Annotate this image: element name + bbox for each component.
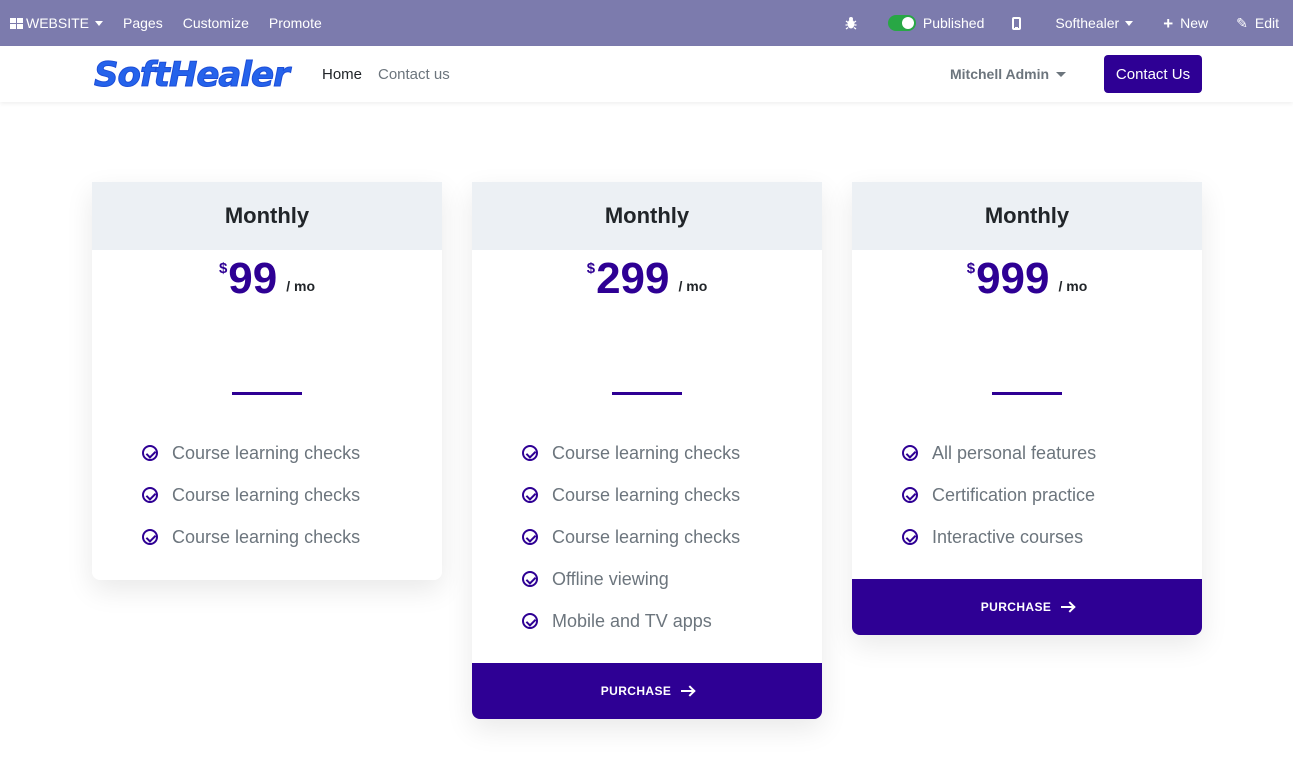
check-circle-icon [142, 529, 158, 545]
currency-symbol: $ [586, 260, 596, 277]
card-title: Monthly [852, 182, 1202, 250]
check-circle-icon [522, 571, 538, 587]
arrow-right-icon [681, 690, 694, 692]
list-item: Offline viewing [522, 558, 740, 600]
divider [992, 392, 1062, 395]
nav-home[interactable]: Home [322, 66, 362, 83]
feature-list: Course learning checks Course learning c… [522, 432, 740, 642]
caret-down-icon [1056, 71, 1067, 77]
user-menu[interactable]: Mitchell Admin [950, 66, 1067, 82]
pricing-card-2: Monthly $ 299 / mo Course learning check… [472, 182, 822, 719]
mobile-icon [1012, 16, 1022, 30]
check-circle-icon [522, 529, 538, 545]
list-item: Mobile and TV apps [522, 600, 740, 642]
check-circle-icon [902, 487, 918, 503]
list-item: Course learning checks [522, 432, 740, 474]
apps-grid-icon [10, 17, 23, 29]
price-amount: 999 [976, 254, 1050, 303]
site-navbar: SoftHealer Home Contact us Mitchell Admi… [0, 46, 1293, 102]
divider [232, 392, 302, 395]
card-title: Monthly [92, 182, 442, 250]
check-circle-icon [522, 445, 538, 461]
pencil-icon: ✎ [1236, 14, 1248, 31]
list-item: Course learning checks [142, 432, 360, 474]
price-amount: 99 [228, 254, 278, 303]
feature-label: Certification practice [932, 484, 1096, 505]
user-name: Mitchell Admin [950, 66, 1050, 82]
feature-list: Course learning checks Course learning c… [142, 432, 360, 558]
feature-label: Course learning checks [172, 484, 361, 505]
edit-button[interactable]: ✎ Edit [1222, 0, 1293, 46]
purchase-label: PURCHASE [980, 600, 1052, 614]
pricing-card-1: Monthly $ 99 / mo Course learning checks… [92, 182, 442, 580]
plus-icon: + [1163, 13, 1174, 33]
company-menu[interactable]: Softhealer [1041, 0, 1153, 46]
toggle-switch-icon [887, 15, 916, 31]
feature-label: Course learning checks [552, 526, 741, 547]
feature-label: Course learning checks [172, 526, 361, 547]
pages-menu[interactable]: Pages [113, 0, 173, 46]
feature-list: All personal features Certification prac… [902, 432, 1096, 558]
admin-bar: WEBSITE Pages Customize Promote Publishe… [0, 0, 1293, 46]
published-label: Published [922, 15, 985, 31]
feature-label: Mobile and TV apps [552, 610, 712, 631]
publish-toggle[interactable]: Published [878, 0, 999, 46]
list-item: Course learning checks [522, 474, 740, 516]
list-item: Course learning checks [142, 516, 360, 558]
price: $ 299 / mo [472, 256, 822, 302]
currency-symbol: $ [218, 260, 228, 277]
price: $ 99 / mo [92, 256, 442, 302]
check-circle-icon [142, 445, 158, 461]
feature-label: Course learning checks [552, 484, 741, 505]
promote-menu[interactable]: Promote [259, 0, 332, 46]
feature-label: Interactive courses [932, 526, 1084, 547]
debug-button[interactable] [834, 0, 878, 46]
divider [612, 392, 682, 395]
feature-label: Offline viewing [552, 568, 669, 589]
price-period: / mo [678, 278, 708, 294]
check-circle-icon [142, 487, 158, 503]
feature-label: All personal features [932, 442, 1097, 463]
check-circle-icon [902, 529, 918, 545]
edit-label: Edit [1254, 15, 1279, 31]
purchase-button[interactable]: PURCHASE [472, 663, 822, 719]
list-item: Course learning checks [142, 474, 360, 516]
feature-label: Course learning checks [552, 442, 741, 463]
currency-symbol: $ [966, 260, 976, 277]
arrow-right-icon [1061, 606, 1074, 608]
card-title: Monthly [472, 182, 822, 250]
check-circle-icon [522, 487, 538, 503]
caret-down-icon [1125, 20, 1134, 26]
purchase-label: PURCHASE [600, 684, 672, 698]
check-circle-icon [522, 613, 538, 629]
feature-label: Course learning checks [172, 442, 361, 463]
price-period: / mo [1058, 278, 1088, 294]
company-label: Softhealer [1055, 15, 1120, 31]
website-menu[interactable]: WEBSITE [0, 0, 113, 46]
logo[interactable]: SoftHealer [94, 56, 291, 95]
list-item: Course learning checks [522, 516, 740, 558]
price-amount: 299 [596, 254, 670, 303]
website-menu-label: WEBSITE [26, 15, 90, 31]
purchase-button[interactable]: PURCHASE [852, 579, 1202, 635]
contact-us-button[interactable]: Contact Us [1104, 55, 1202, 93]
nav-contact-us[interactable]: Contact us [378, 66, 450, 83]
price: $ 999 / mo [852, 256, 1202, 302]
bug-icon [845, 17, 857, 30]
check-circle-icon [902, 445, 918, 461]
list-item: Interactive courses [902, 516, 1096, 558]
list-item: Certification practice [902, 474, 1096, 516]
mobile-preview-button[interactable] [998, 0, 1041, 46]
list-item: All personal features [902, 432, 1096, 474]
new-label: New [1180, 15, 1209, 31]
caret-down-icon [95, 20, 104, 26]
customize-menu[interactable]: Customize [173, 0, 259, 46]
new-button[interactable]: + New [1153, 0, 1222, 46]
price-period: / mo [286, 278, 316, 294]
pricing-card-3: Monthly $ 999 / mo All personal features… [852, 182, 1202, 635]
